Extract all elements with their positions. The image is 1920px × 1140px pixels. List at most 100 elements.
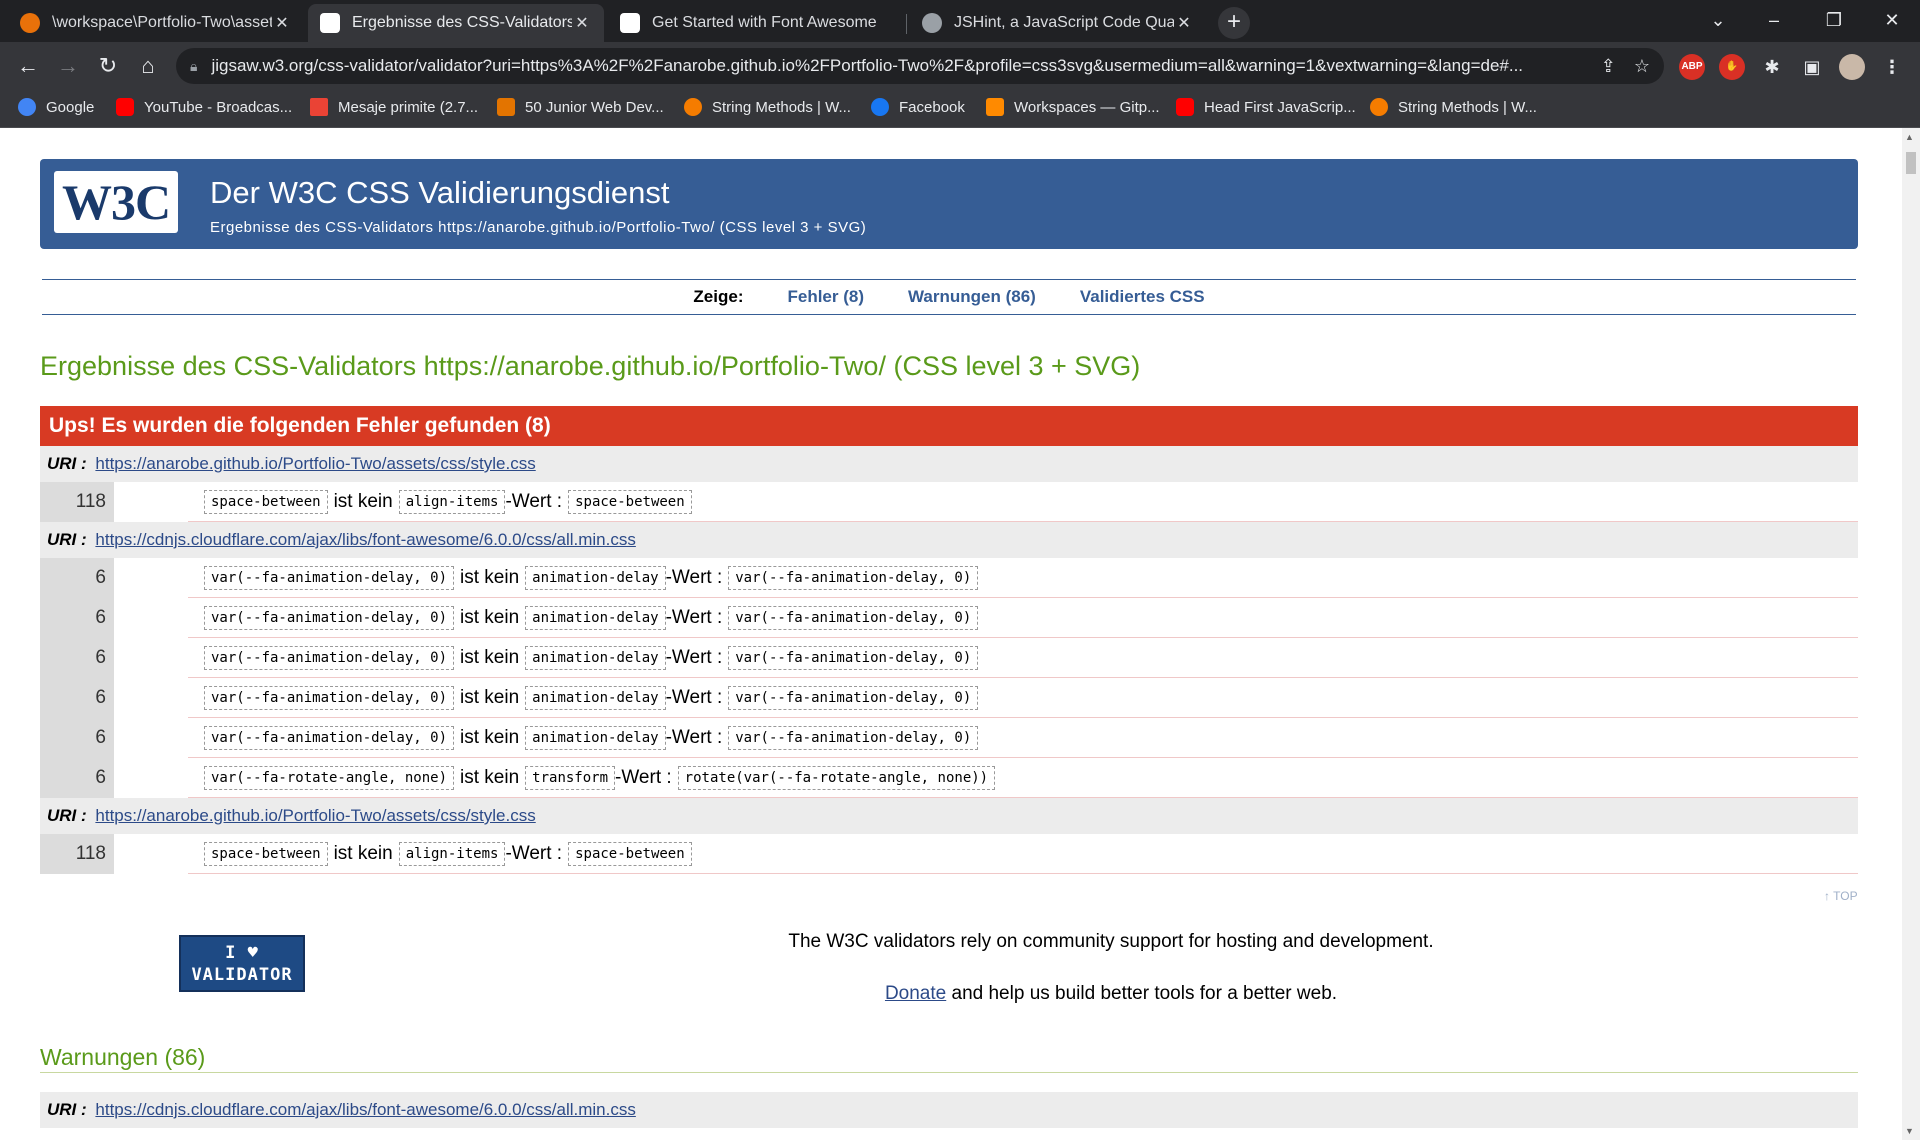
new-tab-button[interactable]: + (1218, 7, 1250, 39)
w3c-logo[interactable]: W3C (54, 171, 178, 233)
extensions-puzzle-icon[interactable]: ✱ (1759, 54, 1785, 80)
actual-code: var(--fa-animation-delay, 0) (728, 685, 979, 710)
errors-link[interactable]: Fehler (8) (787, 287, 864, 307)
donate-link[interactable]: Donate (885, 983, 946, 1004)
adblock-plus-icon[interactable]: ABP (1679, 54, 1705, 80)
bookmark-string-methods[interactable]: String Methods | W... (684, 98, 851, 116)
page-scrollbar[interactable]: ▲ ▼ (1902, 128, 1920, 1140)
w3c-favicon-icon (320, 13, 340, 33)
bookmark-label: Workspaces — Gitp... (1014, 98, 1160, 116)
errors-heading: Ups! Es wurden die folgenden Fehler gefu… (40, 406, 1858, 446)
uri-row: URI : https://cdnjs.cloudflare.com/ajax/… (40, 1092, 1858, 1128)
bookmark-youtube[interactable]: YouTube - Broadcas... (116, 98, 292, 116)
restore-button[interactable]: ❐ (1806, 0, 1862, 42)
warnings-section: URI : https://cdnjs.cloudflare.com/ajax/… (40, 1092, 1858, 1128)
scroll-up-icon[interactable]: ▲ (1905, 132, 1914, 142)
youtube-icon (1176, 98, 1194, 116)
value-code: var(--fa-rotate-angle, none) (204, 765, 455, 790)
hand-extension-icon[interactable]: ✋ (1719, 54, 1745, 80)
tab-font-awesome[interactable]: Get Started with Font Awesome (608, 4, 904, 42)
bookmark-head-first[interactable]: Head First JavaScrip... (1176, 98, 1356, 116)
bookmark-star-icon[interactable]: ☆ (1634, 56, 1650, 77)
error-row: 6 var(--fa-animation-delay, 0) ist kein … (40, 637, 1858, 678)
wert-text: -Wert : (665, 606, 723, 628)
home-icon[interactable]: ⌂ (132, 50, 164, 82)
message-text: ist kein (460, 686, 520, 708)
url-text[interactable]: jigsaw.w3.org/css-validator/validator?ur… (211, 56, 1582, 76)
error-row: 118 space-between ist kein align-items -… (40, 481, 1858, 522)
side-panel-icon[interactable]: ▣ (1799, 54, 1825, 80)
line-number: 118 (40, 481, 114, 522)
bookmark-gmail[interactable]: Mesaje primite (2.7... (310, 98, 478, 116)
bookmark-gitpod[interactable]: Workspaces — Gitp... (986, 98, 1160, 116)
warnings-heading: Warnungen (86) (40, 1044, 206, 1070)
warnings-link[interactable]: Warnungen (86) (908, 287, 1036, 307)
bookmark-label: 50 Junior Web Dev... (525, 98, 664, 116)
error-message: space-between ist kein align-items -Wert… (188, 489, 692, 514)
close-tab-icon[interactable]: ✕ (272, 13, 292, 33)
property-code: align-items (398, 489, 506, 514)
close-tab-icon[interactable]: ✕ (572, 13, 592, 33)
value-code: var(--fa-animation-delay, 0) (204, 645, 455, 670)
donate-line: Donate and help us build better tools fo… (160, 983, 1902, 1005)
header-banner: W3C Der W3C CSS Validierungsdienst Ergeb… (40, 159, 1858, 249)
bookmark-string-methods-2[interactable]: String Methods | W... (1370, 98, 1537, 116)
validated-css-link[interactable]: Validiertes CSS (1080, 287, 1205, 307)
message-text: ist kein (333, 490, 393, 512)
warnings-divider (40, 1072, 1858, 1073)
actual-code: var(--fa-animation-delay, 0) (728, 725, 979, 750)
close-tab-icon[interactable]: ✕ (1174, 13, 1194, 33)
uri-label: URI : (47, 806, 87, 825)
bookmark-facebook[interactable]: Facebook (871, 98, 965, 116)
uri-row: URI : https://cdnjs.cloudflare.com/ajax/… (40, 522, 1858, 558)
back-icon[interactable]: ← (12, 50, 44, 82)
line-number: 6 (40, 677, 114, 718)
tab-strip: \workspace\Portfolio-Two\assets ✕ Ergebn… (0, 0, 1920, 42)
tab-css-validator[interactable]: Ergebnisse des CSS-Validators https: ✕ (308, 4, 604, 42)
bookmark-label: String Methods | W... (712, 98, 851, 116)
minimize-button[interactable]: – (1746, 0, 1802, 42)
lock-icon[interactable]: 🔒︎ (190, 58, 197, 75)
bookmark-label: String Methods | W... (1398, 98, 1537, 116)
scroll-down-icon[interactable]: ▼ (1905, 1126, 1914, 1136)
property-code: animation-delay (525, 685, 666, 710)
message-text: ist kein (460, 606, 520, 628)
uri-label: URI : (47, 454, 87, 473)
bookmark-label: YouTube - Broadcas... (144, 98, 293, 116)
orange-circle-icon (684, 98, 702, 116)
uri-link[interactable]: https://anarobe.github.io/Portfolio-Two/… (95, 454, 535, 473)
bookmark-junior-dev[interactable]: 50 Junior Web Dev... (497, 98, 664, 116)
tab-label: Ergebnisse des CSS-Validators https: (352, 14, 572, 31)
bookmark-google[interactable]: Google (18, 98, 94, 116)
forward-icon[interactable]: → (52, 50, 84, 82)
browser-toolbar: ← → ↻ ⌂ 🔒︎ jigsaw.w3.org/css-validator/v… (0, 42, 1920, 90)
share-icon[interactable]: ⇪ (1601, 56, 1616, 77)
reload-icon[interactable]: ↻ (92, 50, 124, 82)
scrollbar-thumb[interactable] (1906, 152, 1916, 174)
close-window-button[interactable]: ✕ (1864, 0, 1920, 42)
property-code: animation-delay (525, 565, 666, 590)
result-navigation: Zeige: Fehler (8) Warnungen (86) Validie… (42, 279, 1856, 315)
context-cell (114, 757, 188, 798)
error-message: var(--fa-animation-delay, 0) ist kein an… (188, 685, 979, 710)
tab-jshint[interactable]: JSHint, a JavaScript Code Quality ✕ (910, 4, 1206, 42)
tab-label: \workspace\Portfolio-Two\assets (52, 14, 272, 31)
results-heading: Ergebnisse des CSS-Validators https://an… (40, 351, 1141, 381)
uri-link[interactable]: https://cdnjs.cloudflare.com/ajax/libs/f… (95, 530, 635, 549)
profile-avatar[interactable] (1839, 54, 1865, 80)
error-message: var(--fa-animation-delay, 0) ist kein an… (188, 605, 979, 630)
back-to-top-link[interactable]: ↑ TOP (1824, 889, 1858, 903)
orange-circle-icon (1370, 98, 1388, 116)
uri-link[interactable]: https://anarobe.github.io/Portfolio-Two/… (95, 806, 535, 825)
errors-section: Ups! Es wurden die folgenden Fehler gefu… (40, 406, 1858, 874)
page-content: W3C Der W3C CSS Validierungsdienst Ergeb… (0, 128, 1902, 1140)
tab-workspace[interactable]: \workspace\Portfolio-Two\assets ✕ (8, 4, 304, 42)
context-cell (114, 637, 188, 678)
error-message: var(--fa-animation-delay, 0) ist kein an… (188, 565, 979, 590)
menu-kebab-icon[interactable]: ⋮ (1879, 54, 1905, 80)
orange-square-icon (497, 98, 515, 116)
uri-link[interactable]: https://cdnjs.cloudflare.com/ajax/libs/f… (95, 1100, 635, 1119)
address-bar[interactable]: 🔒︎ jigsaw.w3.org/css-validator/validator… (176, 48, 1664, 84)
tab-label: JSHint, a JavaScript Code Quality (954, 14, 1174, 31)
tab-search-icon[interactable]: ⌄ (1690, 0, 1746, 42)
